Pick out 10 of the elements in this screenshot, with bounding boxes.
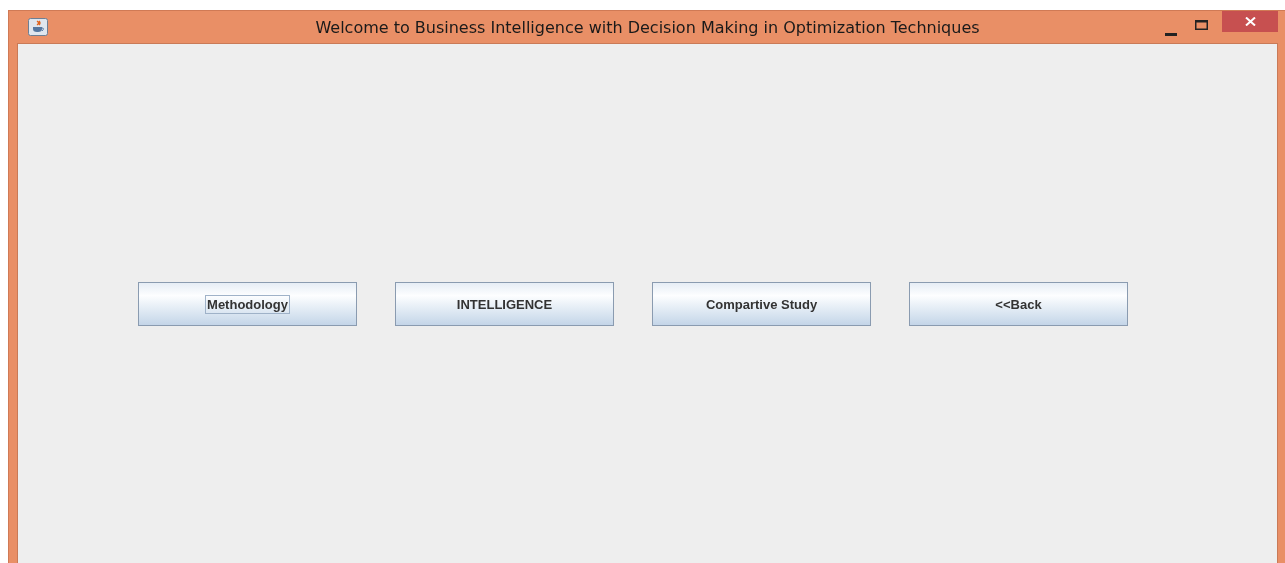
close-icon [1244, 17, 1256, 26]
menu-button[interactable]: INTELLIGENCE [395, 282, 614, 326]
java-cup-icon [28, 18, 48, 36]
minimize-icon[interactable] [1165, 32, 1177, 36]
maximize-icon[interactable] [1195, 20, 1208, 30]
window-title: Welcome to Business Intelligence with Decision Making in Optimization Techniques [314, 17, 981, 37]
close-button[interactable] [1222, 11, 1278, 32]
menu-button[interactable]: Compartive Study [652, 282, 871, 326]
menu-button[interactable]: Methodology [138, 282, 357, 326]
menu-button[interactable]: <<Back [909, 282, 1128, 326]
